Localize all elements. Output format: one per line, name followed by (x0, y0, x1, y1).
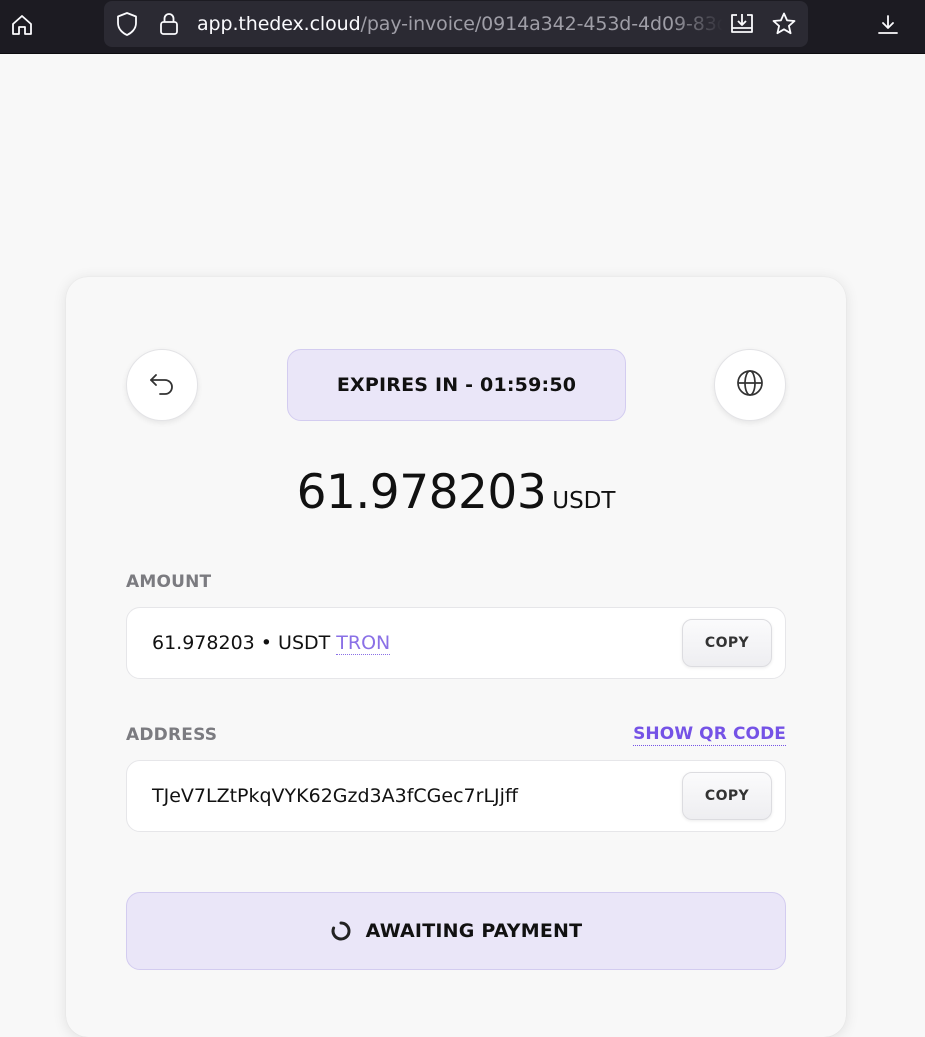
amount-field-value: 61.978203 • USDT TRON (152, 608, 391, 678)
save-to-device-icon[interactable] (724, 5, 760, 43)
star-icon[interactable] (766, 5, 802, 43)
language-button[interactable] (714, 349, 786, 421)
amount-label: AMOUNT (126, 572, 212, 592)
undo-arrow-icon (148, 371, 176, 399)
back-button[interactable] (126, 349, 198, 421)
network-link[interactable]: TRON (336, 632, 391, 655)
payment-status: AWAITING PAYMENT (126, 892, 786, 970)
download-icon[interactable] (870, 6, 906, 44)
expires-timer: EXPIRES IN - 01:59:50 (287, 349, 626, 421)
home-icon[interactable] (4, 6, 40, 44)
amount-currency: USDT (552, 488, 616, 514)
address-value: TJeV7LZtPkqVYK62Gzd3A3fCGec7rLJjff (152, 785, 519, 807)
show-qr-code-link[interactable]: SHOW QR CODE (633, 724, 786, 746)
amount-display: 61.978203 USDT (126, 465, 786, 520)
url-host: app.thedex.cloud (197, 13, 361, 35)
globe-icon (736, 369, 764, 401)
amount-field-text: 61.978203 • USDT (152, 632, 331, 654)
spinner-icon (330, 920, 352, 942)
url-text[interactable]: app.thedex.cloud/pay-invoice/0914a342-45… (197, 1, 723, 47)
browser-toolbar: app.thedex.cloud/pay-invoice/0914a342-45… (0, 0, 925, 54)
payment-status-text: AWAITING PAYMENT (365, 920, 583, 942)
copy-amount-button[interactable]: COPY (682, 619, 772, 667)
copy-address-button[interactable]: COPY (682, 772, 772, 820)
amount-field: 61.978203 • USDT TRON COPY (126, 607, 786, 679)
amount-value: 61.978203 (296, 465, 547, 520)
address-field: TJeV7LZtPkqVYK62Gzd3A3fCGec7rLJjff COPY (126, 760, 786, 832)
url-path: /pay-invoice/0914a342-453d-4d09-83da (360, 13, 723, 35)
address-bar[interactable]: app.thedex.cloud/pay-invoice/0914a342-45… (104, 1, 808, 47)
shield-icon[interactable] (112, 5, 142, 43)
address-label: ADDRESS (126, 725, 218, 745)
lock-icon[interactable] (154, 5, 184, 43)
